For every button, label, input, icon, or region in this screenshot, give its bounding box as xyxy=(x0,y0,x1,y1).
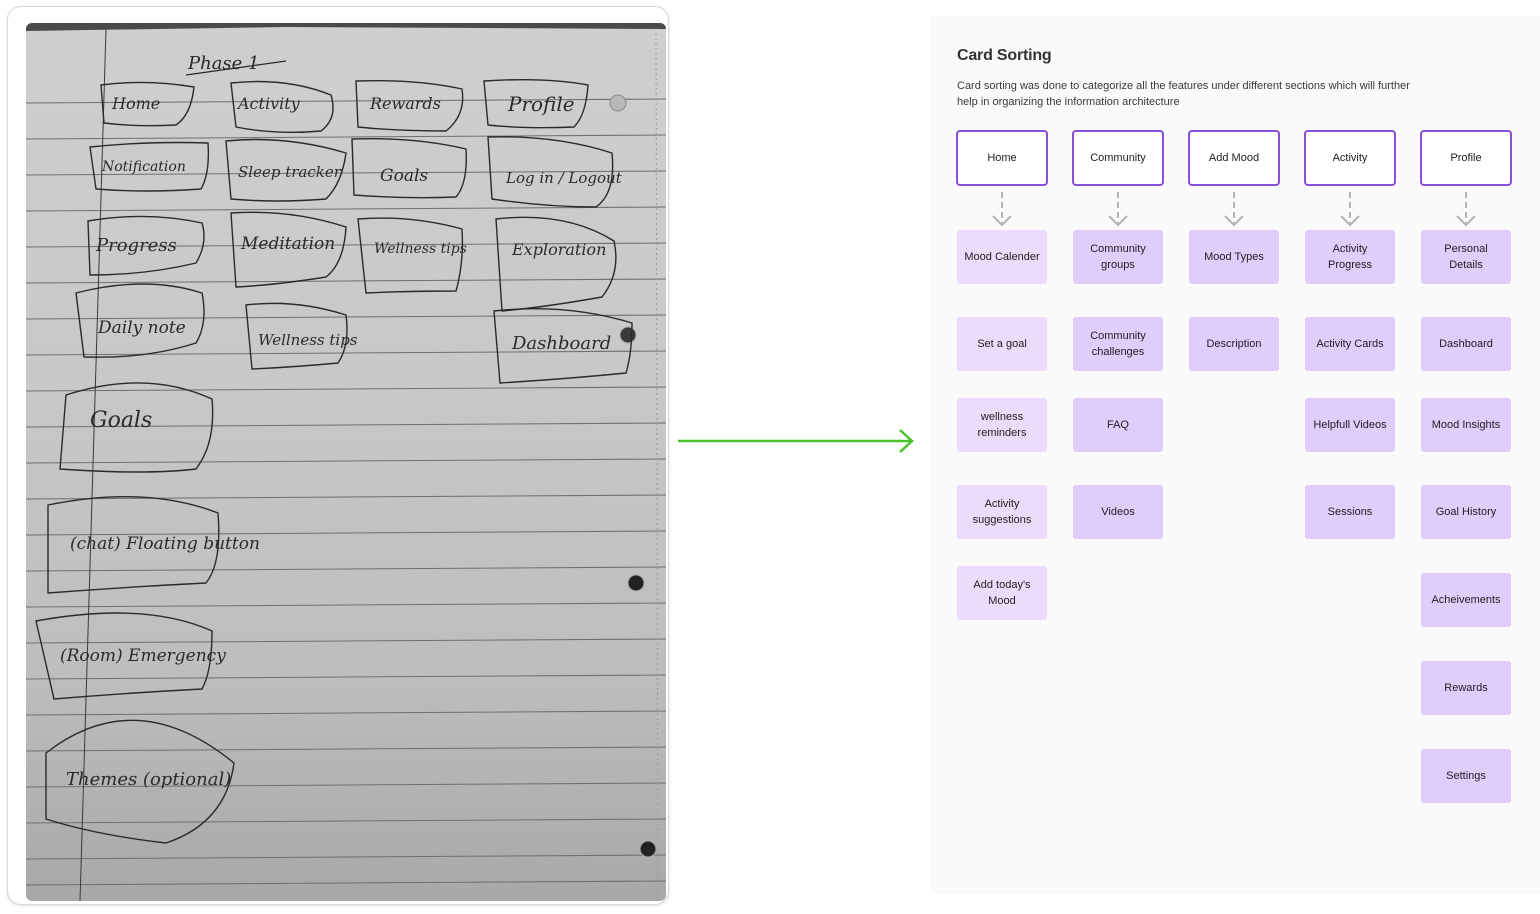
sketch-title: Phase 1 xyxy=(187,53,260,74)
sketch-note: Goals xyxy=(380,166,428,186)
punch-hole xyxy=(619,326,637,344)
green-arrow-icon xyxy=(678,429,914,453)
sketch-photo: Phase 1 Home Activity Rewards Profile No… xyxy=(26,23,666,901)
sketch-note: Log in / Logout xyxy=(505,169,623,187)
feature-card[interactable]: Activity Progress xyxy=(1305,230,1395,284)
punch-hole xyxy=(609,94,627,112)
sketch-note: (chat) Floating button xyxy=(70,534,260,554)
feature-card[interactable]: Personal Details xyxy=(1421,230,1511,284)
perforation-line xyxy=(655,32,659,901)
feature-card[interactable]: Community groups xyxy=(1073,230,1163,284)
dashed-arrow-icon xyxy=(1340,192,1360,227)
panel-title: Card Sorting xyxy=(957,47,1052,64)
card-sorting-panel: Card Sorting Card sorting was done to ca… xyxy=(931,16,1540,894)
dashed-arrow-icon xyxy=(1108,192,1128,227)
sketch-note: Notification xyxy=(101,159,186,175)
feature-card[interactable]: Rewards xyxy=(1421,661,1511,715)
sketch-note: Rewards xyxy=(369,94,441,113)
sketch-note: Progress xyxy=(95,235,177,256)
feature-card[interactable]: Acheivements xyxy=(1421,573,1511,627)
punch-hole xyxy=(639,840,657,858)
feature-card[interactable]: Set a goal xyxy=(957,317,1047,371)
feature-card[interactable]: Activity suggestions xyxy=(957,485,1047,539)
notebook-page: Phase 1 Home Activity Rewards Profile No… xyxy=(26,23,666,901)
feature-card[interactable]: wellness reminders xyxy=(957,398,1047,452)
sketch-note: Themes (optional) xyxy=(66,769,231,790)
sketch-note: Profile xyxy=(507,92,575,116)
category-header-profile[interactable]: Profile xyxy=(1420,130,1512,186)
sketch-photo-frame: Phase 1 Home Activity Rewards Profile No… xyxy=(7,6,669,905)
feature-card[interactable]: Goal History xyxy=(1421,485,1511,539)
sketch-note: Dashboard xyxy=(511,333,611,354)
feature-card[interactable]: Videos xyxy=(1073,485,1163,539)
sketch-note: Wellness tips xyxy=(258,331,358,349)
dashed-arrow-icon xyxy=(1224,192,1244,227)
sketch-note: Wellness tips xyxy=(374,241,467,257)
sketch-note: (Room) Emergency xyxy=(60,646,226,666)
sketch-note: Activity xyxy=(236,94,301,113)
feature-card[interactable]: Description xyxy=(1189,317,1279,371)
feature-card[interactable]: Add today's Mood xyxy=(957,566,1047,620)
feature-card[interactable]: Mood Insights xyxy=(1421,398,1511,452)
category-header-activity[interactable]: Activity xyxy=(1304,130,1396,186)
dashed-arrow-icon xyxy=(1456,192,1476,227)
sketch-note: Meditation xyxy=(240,234,335,254)
dashed-arrow-icon xyxy=(992,192,1012,227)
panel-description: Card sorting was done to categorize all … xyxy=(957,80,1410,108)
category-header-add-mood[interactable]: Add Mood xyxy=(1188,130,1280,186)
feature-card[interactable]: Helpfull Videos xyxy=(1305,398,1395,452)
sketch-note: Daily note xyxy=(97,318,186,338)
sketch-note: Home xyxy=(111,94,160,113)
feature-card[interactable]: Settings xyxy=(1421,749,1511,803)
page-top-edge xyxy=(26,23,666,31)
feature-card[interactable]: Community challenges xyxy=(1073,317,1163,371)
feature-card[interactable]: Sessions xyxy=(1305,485,1395,539)
feature-card[interactable]: Mood Calender xyxy=(957,230,1047,284)
feature-card[interactable]: Activity Cards xyxy=(1305,317,1395,371)
feature-card[interactable]: Mood Types xyxy=(1189,230,1279,284)
category-header-community[interactable]: Community xyxy=(1072,130,1164,186)
punch-hole xyxy=(627,574,645,592)
feature-card[interactable]: Dashboard xyxy=(1421,317,1511,371)
sketch-note: Sleep tracker xyxy=(238,163,342,181)
feature-card[interactable]: FAQ xyxy=(1073,398,1163,452)
sketch-note: Exploration xyxy=(511,240,606,259)
category-header-home[interactable]: Home xyxy=(956,130,1048,186)
sketch-note: Goals xyxy=(90,408,152,433)
